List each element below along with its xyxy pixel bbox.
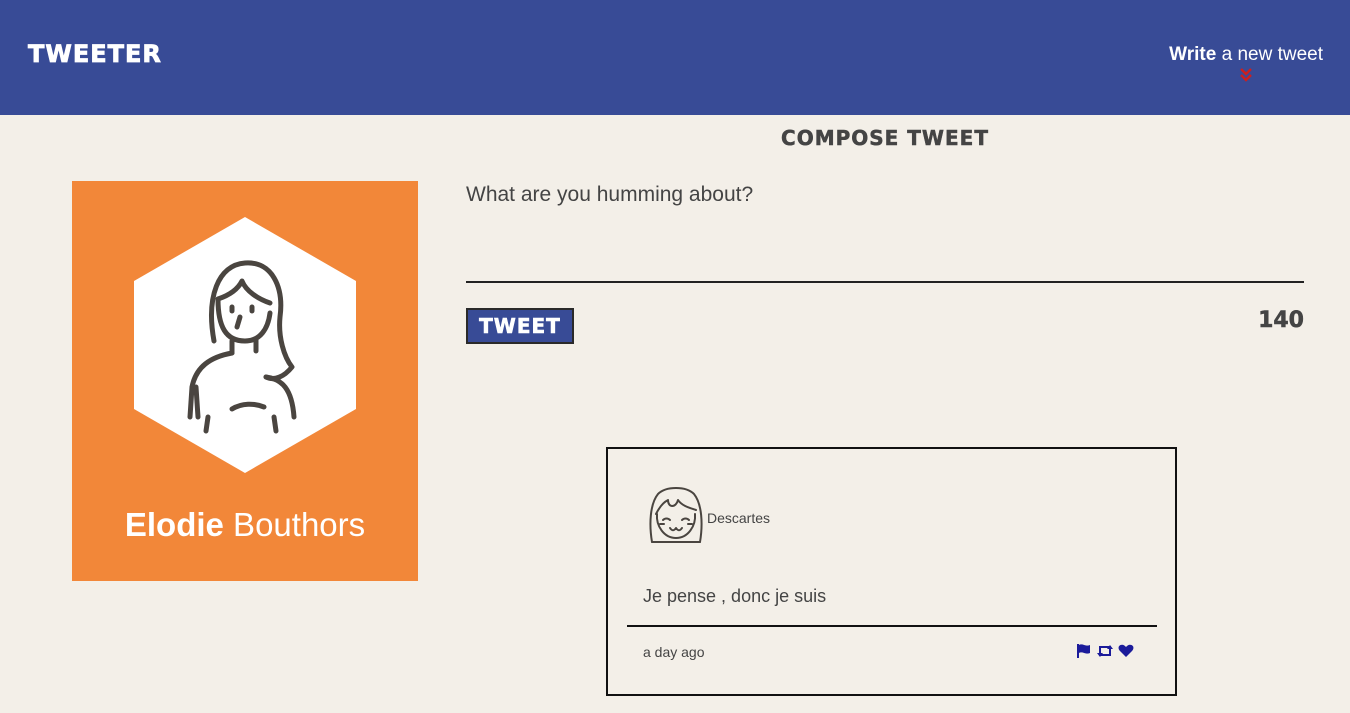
heart-icon[interactable] bbox=[1118, 643, 1134, 664]
top-navbar: TWEETER Write a new tweet bbox=[0, 0, 1350, 115]
user-profile-card: Elodie Bouthors bbox=[72, 181, 418, 581]
tweet-divider bbox=[627, 625, 1157, 627]
tweet-author-name[interactable]: Descartes bbox=[707, 510, 770, 526]
tweet-card: Descartes Je pense , donc je suis a day … bbox=[606, 447, 1177, 696]
write-new-tweet-toggle[interactable]: Write a new tweet bbox=[1169, 44, 1323, 83]
flag-icon[interactable] bbox=[1076, 643, 1092, 664]
write-label: Write bbox=[1169, 44, 1217, 65]
tweet-text-input[interactable] bbox=[466, 183, 1304, 283]
profile-first-name: Elodie bbox=[124, 506, 224, 543]
retweet-icon[interactable] bbox=[1096, 643, 1114, 664]
smiling-girl-avatar-icon bbox=[649, 487, 703, 543]
profile-name: Elodie Bouthors bbox=[72, 506, 418, 544]
profile-last-name: Bouthors bbox=[223, 506, 366, 543]
brand-logo[interactable]: TWEETER bbox=[28, 40, 162, 69]
new-tweet-label: a new tweet bbox=[1216, 44, 1323, 65]
tweet-timestamp: a day ago bbox=[643, 644, 705, 660]
compose-title: COMPOSE TWEET bbox=[781, 126, 989, 151]
tweet-actions bbox=[1076, 643, 1134, 664]
woman-avatar-icon bbox=[134, 217, 356, 473]
character-counter: 140 bbox=[1258, 308, 1304, 334]
tweet-submit-button[interactable]: TWEET bbox=[466, 308, 574, 344]
tweet-body: Je pense , donc je suis bbox=[643, 586, 827, 606]
double-chevron-down-icon[interactable] bbox=[1239, 67, 1253, 83]
